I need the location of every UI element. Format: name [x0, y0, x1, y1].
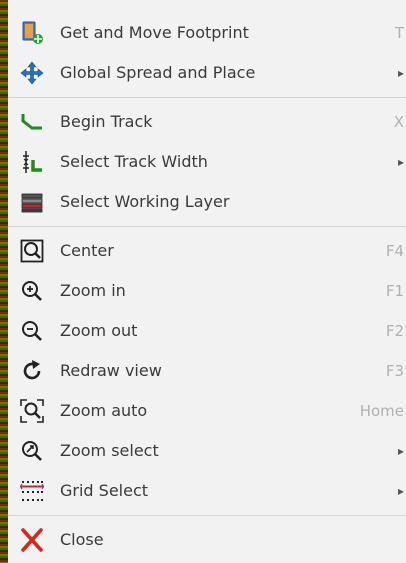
menu-item-zoom-auto[interactable]: Zoom auto Home [8, 391, 406, 431]
menu-separator [8, 97, 406, 98]
menu-item-label: Grid Select [60, 481, 149, 500]
menu-item-label: Begin Track [60, 112, 153, 131]
menu-item-label: Zoom select [60, 441, 159, 460]
zoom-in-icon [20, 279, 44, 303]
menu-item-label: Global Spread and Place [60, 63, 256, 82]
menu-item-begin-track[interactable]: Begin Track X [8, 102, 406, 142]
menu-item-label: Select Working Layer [60, 192, 230, 211]
menu-item-label: Center [60, 241, 114, 260]
submenu-arrow-icon: ▸ [397, 66, 404, 80]
menu-item-label: Select Track Width [60, 152, 208, 171]
shortcut-hint: F4 [385, 242, 404, 260]
menu-item-label: Zoom out [60, 321, 138, 340]
shortcut-hint: Home [359, 402, 404, 420]
shortcut-hint: X [393, 113, 404, 131]
menu-item-redraw-view[interactable]: Redraw view F3 [8, 351, 406, 391]
menu-item-zoom-in[interactable]: Zoom in F1 [8, 271, 406, 311]
menu-item-label: Zoom auto [60, 401, 148, 420]
zoom-select-icon [20, 439, 44, 463]
layers-icon [20, 190, 44, 214]
menu-item-label: Close [60, 530, 104, 549]
grid-icon [20, 479, 44, 503]
track-icon [20, 110, 44, 134]
menu-item-select-track-width[interactable]: Select Track Width ▸ [8, 142, 406, 182]
spread-place-icon [20, 61, 44, 85]
menu-item-select-working-layer[interactable]: Select Working Layer [8, 182, 406, 222]
menu-separator [8, 226, 406, 227]
menu-item-label: Get and Move Footprint [60, 23, 249, 42]
menu-item-global-spread-and-place[interactable]: Global Spread and Place ▸ [8, 53, 406, 93]
shortcut-hint: F3 [385, 362, 404, 380]
track-width-icon [20, 150, 44, 174]
background-canvas-strip [0, 0, 8, 563]
shortcut-hint: F2 [385, 322, 404, 340]
zoom-center-icon [20, 239, 44, 263]
submenu-arrow-icon: ▸ [397, 444, 404, 458]
menu-item-close[interactable]: Close [8, 520, 406, 560]
context-menu: Get and Move Footprint T Global Spread a… [8, 0, 406, 563]
close-icon [20, 528, 44, 552]
submenu-arrow-icon: ▸ [397, 155, 404, 169]
menu-separator [8, 515, 406, 516]
menu-item-label: Zoom in [60, 281, 126, 300]
submenu-arrow-icon: ▸ [397, 484, 404, 498]
footprint-move-icon [20, 21, 44, 45]
menu-item-zoom-out[interactable]: Zoom out F2 [8, 311, 406, 351]
shortcut-hint: T [394, 24, 404, 42]
menu-item-grid-select[interactable]: Grid Select ▸ [8, 471, 406, 511]
menu-item-zoom-select[interactable]: Zoom select ▸ [8, 431, 406, 471]
zoom-out-icon [20, 319, 44, 343]
redraw-icon [20, 359, 44, 383]
shortcut-hint: F1 [385, 282, 404, 300]
menu-item-center[interactable]: Center F4 [8, 231, 406, 271]
menu-item-label: Redraw view [60, 361, 162, 380]
menu-item-get-and-move-footprint[interactable]: Get and Move Footprint T [8, 13, 406, 53]
zoom-auto-icon [20, 399, 44, 423]
